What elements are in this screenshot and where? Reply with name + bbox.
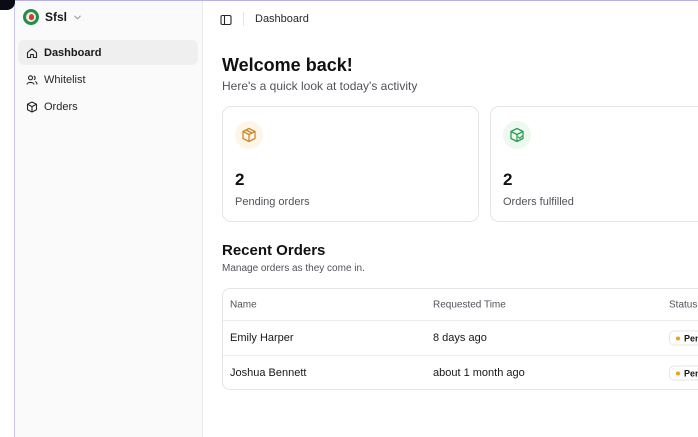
- column-header-requested-time[interactable]: Requested Time: [433, 299, 506, 310]
- orders-fulfilled-label: Orders fulfilled: [503, 196, 574, 208]
- pending-orders-count: 2: [235, 170, 245, 189]
- brand-logo: [23, 9, 39, 25]
- status-badge: Pending: [669, 365, 698, 381]
- sidebar-nav: Dashboard Whitelist Orders: [18, 40, 198, 121]
- table-header-row: Name Requested Time Status: [223, 289, 698, 320]
- divider: [243, 12, 244, 26]
- recent-orders-subtitle: Manage orders as they come in.: [222, 263, 365, 274]
- breadcrumb: Dashboard: [255, 13, 309, 25]
- sidebar-item-orders[interactable]: Orders: [18, 94, 198, 119]
- status-dot: [676, 336, 680, 340]
- order-name: Joshua Bennett: [230, 367, 307, 379]
- package-check-icon: [503, 121, 531, 149]
- sidebar-item-label: Whitelist: [44, 73, 86, 86]
- pending-orders-label: Pending orders: [235, 196, 310, 208]
- sidebar-item-dashboard[interactable]: Dashboard: [18, 40, 198, 65]
- table-row[interactable]: Joshua Bennett about 1 month ago Pending: [223, 355, 698, 389]
- home-icon: [25, 46, 38, 59]
- order-requested-time: 8 days ago: [433, 332, 487, 344]
- users-icon: [25, 73, 38, 86]
- sidebar: Sfsl Dashboard Whitelist Orders: [15, 1, 203, 437]
- main-content: Dashboard Welcome back! Here's a quick l…: [204, 1, 698, 437]
- package-icon: [235, 121, 263, 149]
- column-header-name[interactable]: Name: [230, 299, 257, 310]
- order-name: Emily Harper: [230, 332, 294, 344]
- page-subtitle: Here's a quick look at today's activity: [222, 79, 418, 93]
- sidebar-item-label: Dashboard: [44, 46, 102, 59]
- workspace-switcher[interactable]: Sfsl: [23, 8, 83, 26]
- recent-orders-table: Name Requested Time Status Emily Harper …: [222, 288, 698, 390]
- sidebar-toggle-icon[interactable]: [220, 13, 233, 26]
- pending-orders-card: 2 Pending orders: [222, 106, 479, 222]
- package-icon: [25, 100, 38, 113]
- top-bar: Dashboard: [204, 1, 698, 37]
- status-dot: [676, 371, 680, 375]
- page-title: Welcome back!: [222, 55, 353, 75]
- window-corner: [0, 0, 15, 10]
- status-label: Pending: [684, 333, 698, 343]
- orders-fulfilled-card: 2 Orders fulfilled: [490, 106, 698, 222]
- chevron-down-icon: [73, 12, 83, 22]
- orders-fulfilled-count: 2: [503, 170, 513, 189]
- sidebar-item-label: Orders: [44, 100, 78, 113]
- sidebar-item-whitelist[interactable]: Whitelist: [18, 67, 198, 92]
- table-row[interactable]: Emily Harper 8 days ago Pending: [223, 320, 698, 355]
- column-header-status[interactable]: Status: [669, 299, 697, 310]
- order-requested-time: about 1 month ago: [433, 367, 525, 379]
- recent-orders-title: Recent Orders: [222, 242, 326, 259]
- workspace-name: Sfsl: [45, 10, 68, 24]
- status-badge: Pending: [669, 330, 698, 346]
- status-label: Pending: [684, 368, 698, 378]
